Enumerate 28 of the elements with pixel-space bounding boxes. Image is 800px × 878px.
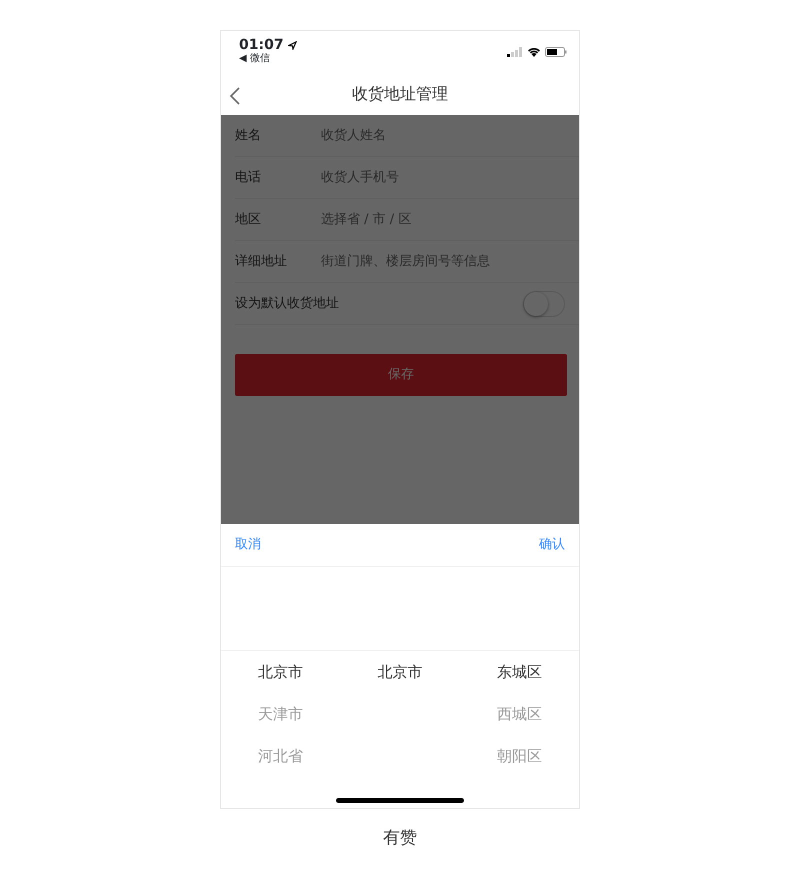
- signal-icon: [507, 47, 523, 57]
- field-label: 详细地址: [235, 252, 288, 271]
- field-label: 姓名: [235, 126, 262, 145]
- switch-label: 设为默认收货地址: [235, 294, 339, 313]
- picker-option[interactable]: 北京市: [221, 651, 340, 693]
- status-time: 01:07: [239, 37, 284, 53]
- location-arrow-icon: [288, 40, 297, 50]
- wifi-icon: [527, 47, 541, 57]
- input-field[interactable]: 街道门牌、楼层房间号等信息: [321, 252, 565, 272]
- input-field[interactable]: 收货人姓名: [321, 126, 565, 146]
- confirm-button[interactable]: 确认: [539, 535, 565, 555]
- picker-option[interactable]: 西城区: [460, 693, 579, 735]
- field-label: 地区: [235, 210, 262, 229]
- picker-option[interactable]: 朝阳区: [460, 735, 579, 777]
- input-field[interactable]: 选择省 / 市 / 区: [321, 210, 565, 230]
- picker-option[interactable]: 东城区: [460, 651, 579, 693]
- picker-option[interactable]: 河北省: [221, 735, 340, 777]
- caption: 有赞: [382, 827, 418, 850]
- battery-icon: [545, 47, 567, 57]
- input-field[interactable]: 收货人手机号: [321, 168, 565, 188]
- picker-option[interactable]: 天津市: [221, 693, 340, 735]
- save-button[interactable]: 保存: [235, 354, 567, 396]
- picker-option[interactable]: 北京市: [340, 651, 460, 693]
- field-label: 电话: [235, 168, 262, 187]
- cancel-button[interactable]: 取消: [235, 535, 261, 555]
- back-to-app-link[interactable]: ◀ 微信: [239, 53, 297, 65]
- toggle-switch[interactable]: [523, 290, 565, 316]
- page-title: 收货地址管理: [352, 83, 448, 105]
